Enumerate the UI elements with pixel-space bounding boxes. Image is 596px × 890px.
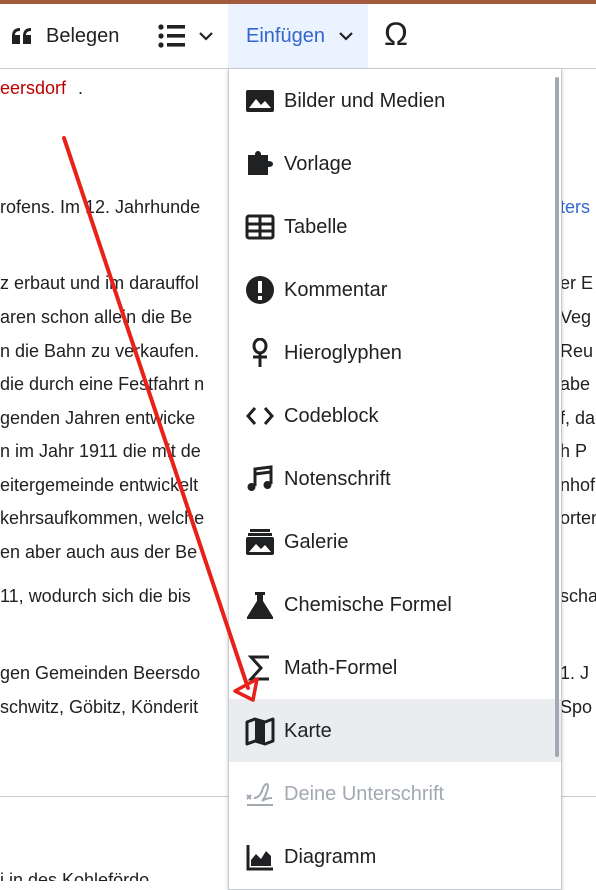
article-text: Veg (560, 307, 592, 327)
omega-icon: Ω (384, 16, 408, 52)
menu-item-label: Chemische Formel (284, 594, 452, 616)
menu-item-chem-formula[interactable]: Chemische Formel (229, 573, 561, 636)
menu-item-media[interactable]: Bilder und Medien (229, 69, 561, 132)
special-character-button[interactable]: Ω (370, 4, 430, 68)
menu-item-table[interactable]: Tabelle (229, 195, 561, 258)
menu-item-codeblock[interactable]: Codeblock (229, 384, 561, 447)
quote-icon (12, 28, 31, 44)
article-text: z erbaut und im darauffol (0, 273, 199, 293)
menu-item-label: Deine Unterschrift (284, 783, 445, 805)
article-text: kehrsaufkommen, welche (0, 508, 205, 528)
article-text: . (78, 78, 84, 98)
menu-item-comment[interactable]: Kommentar (229, 258, 561, 321)
flask-icon (247, 592, 273, 619)
menu-item-label: Hieroglyphen (284, 342, 402, 364)
menu-item-gallery[interactable]: Galerie (229, 510, 561, 573)
menu-item-math-formula[interactable]: Math-Formel (229, 636, 561, 699)
article-text: eitergemeinde entwickelt (0, 475, 199, 495)
menu-item-label: Tabelle (284, 216, 348, 238)
gallery-icon (246, 529, 274, 555)
chevron-down-icon (339, 32, 353, 41)
menu-item-label: Galerie (284, 531, 349, 553)
menu-item-label: Vorlage (284, 153, 352, 175)
cite-label: Belegen (46, 25, 120, 47)
menu-scrollbar[interactable] (555, 77, 559, 757)
article-text: Spo (560, 697, 593, 717)
menu-item-label: Notenschrift (284, 468, 391, 490)
article-text: aren schon allein die Be (0, 307, 193, 327)
article-text: orten (560, 508, 596, 528)
image-icon (246, 90, 274, 112)
article-text: nhof (560, 475, 596, 495)
article-text: die durch eine Festfahrt n (0, 374, 205, 394)
menu-item-label: Kommentar (284, 279, 388, 301)
article-text: n im Jahr 1911 die mit de (0, 441, 201, 461)
cite-button[interactable]: Belegen (0, 4, 138, 68)
code-icon (246, 407, 274, 425)
map-icon (245, 717, 275, 746)
article-text: 1. J (560, 663, 590, 683)
puzzle-icon (248, 151, 273, 175)
article-text: i in des Kohlefördo (0, 870, 150, 881)
insert-menu-button[interactable]: Einfügen (228, 4, 368, 68)
menu-item-label: Math-Formel (284, 657, 398, 679)
list-button[interactable] (148, 4, 228, 68)
article-text: f, da (560, 408, 596, 428)
menu-item-chart[interactable]: Diagramm (229, 825, 561, 888)
menu-item-label: Diagramm (284, 846, 377, 868)
article-text: abe (560, 374, 591, 394)
article-link[interactable]: eersdorf (0, 78, 66, 99)
article-text: schwitz, Göbitz, Könderit (0, 697, 199, 717)
bullet-list-icon (158, 24, 185, 48)
table-icon (245, 214, 275, 240)
article-text: 11, wodurch sich die bis (0, 586, 191, 606)
signature-icon (246, 782, 273, 806)
article-text: genden Jahren entwicke (0, 408, 196, 428)
menu-item-label: Karte (284, 720, 332, 742)
menu-item-signature: Deine Unterschrift (229, 762, 561, 825)
menu-item-label: Bilder und Medien (284, 90, 446, 112)
article-text: er E (560, 273, 594, 293)
chevron-down-icon (199, 32, 213, 41)
article-link[interactable]: ters (560, 197, 590, 218)
menu-item-music[interactable]: Notenschrift (229, 447, 561, 510)
article-text: en aber auch aus der Be (0, 542, 198, 562)
article-text: h P (560, 441, 588, 461)
menu-item-hieroglyphs[interactable]: Hieroglyphen (229, 321, 561, 384)
insert-dropdown-menu: Bilder und Medien Vorlage Tabelle Kommen… (228, 68, 562, 890)
ankh-icon (252, 338, 268, 367)
article-text: gen Gemeinden Beersdo (0, 663, 201, 683)
chart-icon (246, 845, 273, 871)
article-text: scha (560, 586, 596, 606)
menu-item-map[interactable]: Karte (229, 699, 561, 762)
exclamation-icon (246, 276, 274, 304)
menu-item-label: Codeblock (284, 405, 379, 427)
article-text: rofens. Im 12. Jahrhunde (0, 197, 201, 217)
menu-item-template[interactable]: Vorlage (229, 132, 561, 195)
article-text: Reu (560, 341, 594, 361)
editor-toolbar: Belegen Einfügen Ω (0, 4, 596, 69)
sigma-icon (247, 655, 269, 681)
music-note-icon (247, 465, 273, 491)
insert-label: Einfügen (246, 25, 325, 47)
article-text: n die Bahn zu verkaufen. (0, 341, 200, 361)
